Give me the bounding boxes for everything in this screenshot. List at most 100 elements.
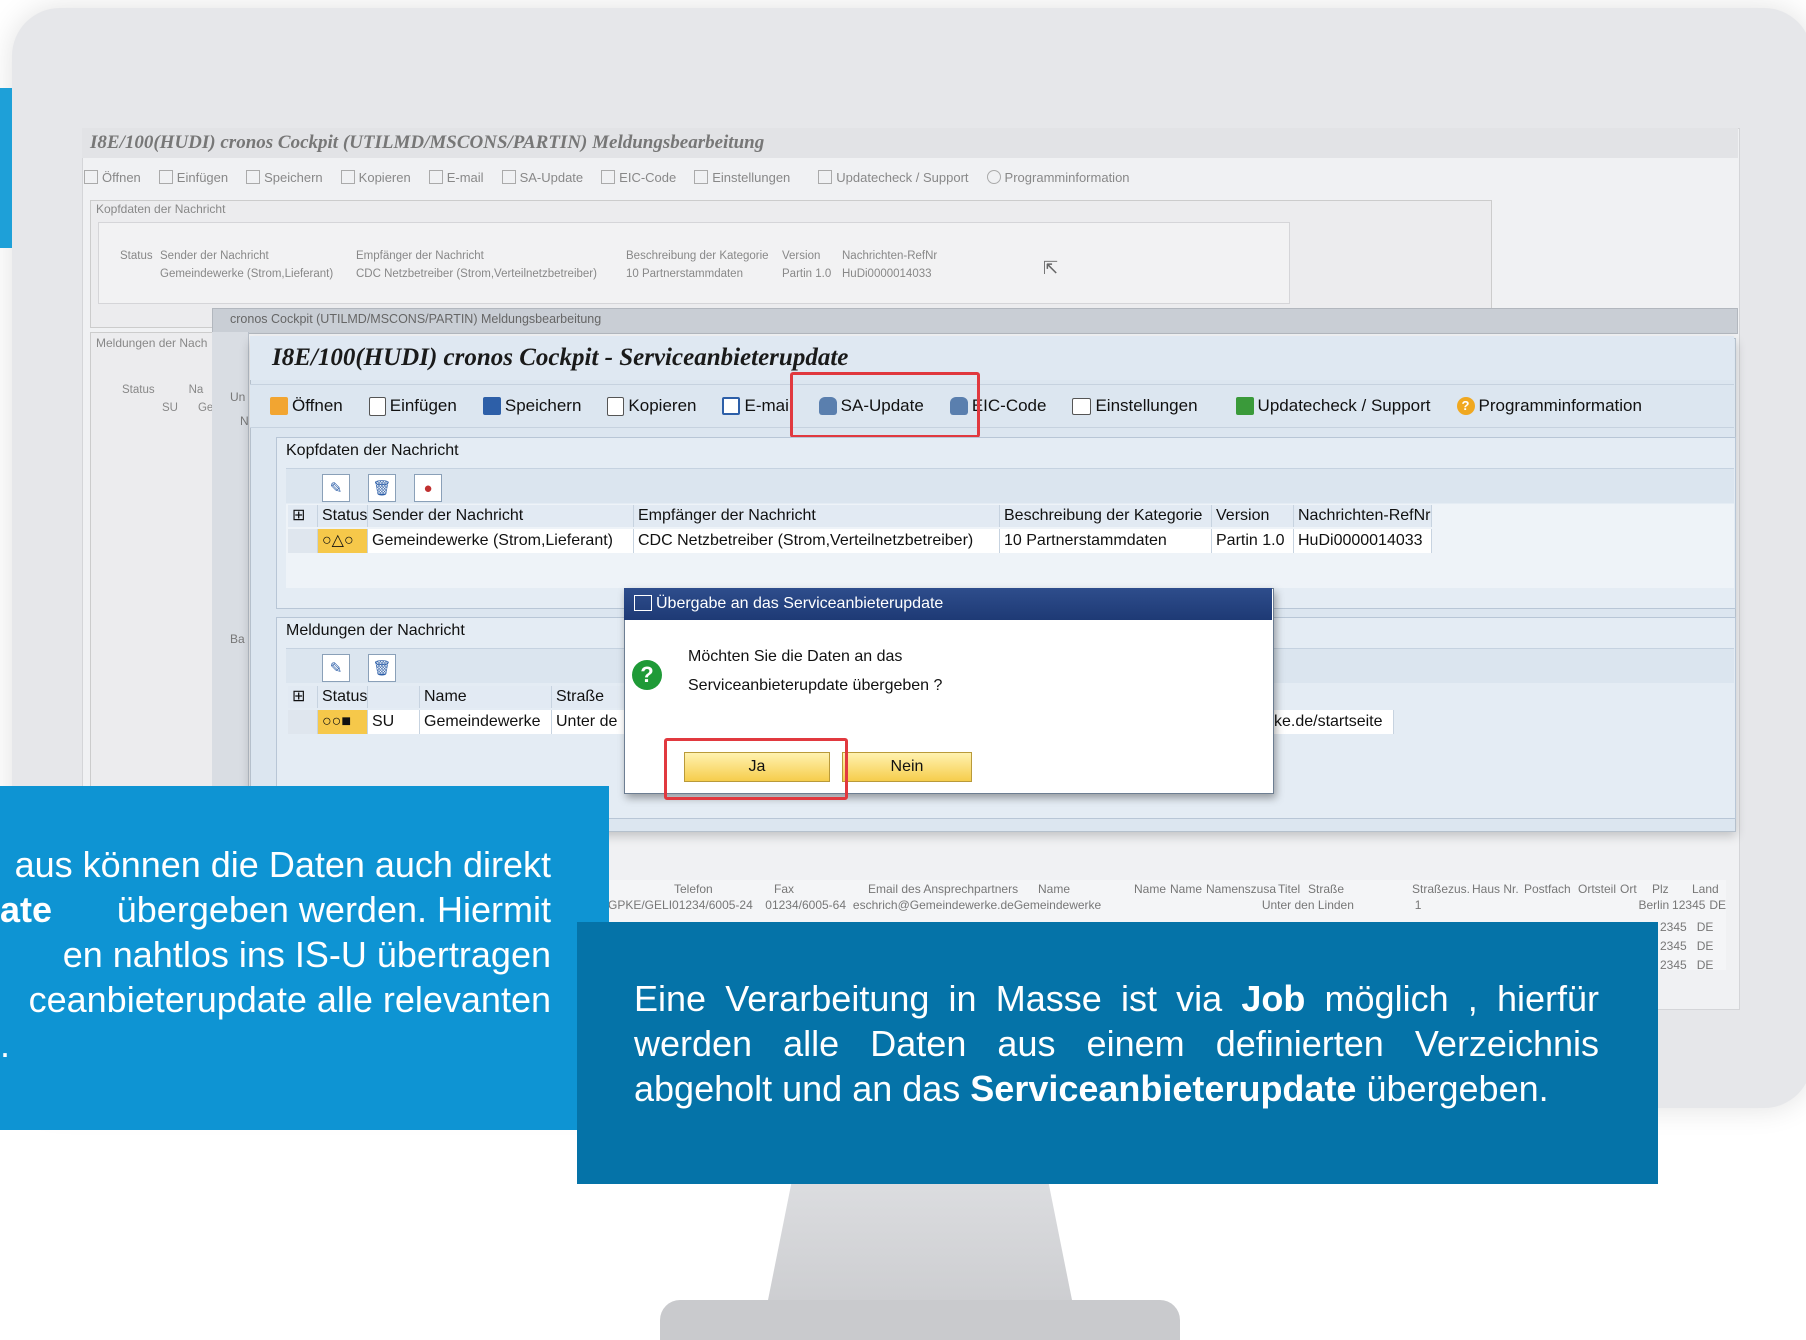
status-button[interactable]: ● xyxy=(414,474,442,502)
table-row[interactable]: ○○■ SU Gemeindewerke Unter de xyxy=(288,710,632,734)
background-meld-label: Meldungen der Nach xyxy=(96,336,208,350)
highlight-sa-update xyxy=(790,372,980,438)
column-header[interactable] xyxy=(368,686,420,708)
main-window-title: I8E/100(HUDI) cronos Cockpit - Servicean… xyxy=(272,344,849,371)
side-fragment: Ba xyxy=(230,632,245,646)
column-header[interactable]: Nachrichten-RefNr xyxy=(1294,505,1432,527)
bg-toolbar-item[interactable]: Einfügen xyxy=(158,166,228,188)
delete-button[interactable]: 🗑 xyxy=(368,654,396,682)
dialog-line-1: Möchten Sie die Daten an das xyxy=(688,648,903,665)
bg-toolbar-item[interactable]: Programminformation xyxy=(986,166,1130,188)
background-window-title: I8E/100(HUDI) cronos Cockpit (UTILMD/MSC… xyxy=(90,132,765,153)
toolbar-open[interactable]: Öffnen xyxy=(270,396,343,416)
bg-toolbar-item[interactable]: Öffnen xyxy=(84,166,141,188)
toolbar-copy[interactable]: Kopieren xyxy=(607,396,696,416)
bg-header: Version xyxy=(782,250,821,262)
bg-toolbar-item[interactable]: EIC-Code xyxy=(601,166,676,188)
copy-doc-icon xyxy=(607,396,625,416)
question-icon: ? xyxy=(632,660,662,690)
row-selector[interactable] xyxy=(288,529,318,553)
save-disk-icon xyxy=(482,397,501,415)
status-lights-icon: ○△○ xyxy=(318,529,368,553)
bg-toolbar-item[interactable]: Speichern xyxy=(246,166,323,188)
toolbar-save[interactable]: Speichern xyxy=(482,396,581,416)
delete-button[interactable]: 🗑 xyxy=(368,474,396,502)
save-icon xyxy=(246,170,261,184)
table-row[interactable]: ○△○ Gemeindewerke (Strom,Lieferant) CDC … xyxy=(288,529,1432,553)
trash-icon: 🗑 xyxy=(372,660,392,677)
right-text-part: übergeben. xyxy=(1356,1068,1549,1109)
bg-header: Name xyxy=(1038,882,1071,896)
bg-toolbar-item[interactable]: Updatecheck / Support xyxy=(818,166,969,188)
mouse-cursor-icon: ⇱ xyxy=(1043,258,1059,278)
pencil-icon: ✎ xyxy=(329,660,343,677)
side-fragment: N xyxy=(240,414,249,428)
meld-label: Meldungen der Nachricht xyxy=(286,622,465,639)
bg-cell: GPKE/GELI xyxy=(608,898,673,912)
bg-toolbar-item[interactable]: Einstellungen xyxy=(694,166,790,188)
settings-list-icon xyxy=(1072,397,1092,415)
email-icon xyxy=(722,397,741,415)
column-header[interactable]: Name xyxy=(420,686,552,708)
trash-icon: 🗑 xyxy=(372,480,392,497)
left-bold-word: ate xyxy=(0,889,53,930)
edit-button[interactable]: ✎ xyxy=(322,474,350,502)
table-settings-icon[interactable]: ⊞ xyxy=(288,686,318,708)
toolbar-programminfo[interactable]: ? Programminformation xyxy=(1456,396,1642,416)
cell-version: Partin 1.0 xyxy=(1212,529,1294,553)
bottom-table-extra: 2345 2345 2345 DE DE DE xyxy=(1660,918,1713,975)
column-header[interactable]: Version xyxy=(1212,505,1294,527)
column-header[interactable]: Straße xyxy=(552,686,632,708)
pencil-icon: ✎ xyxy=(329,480,343,497)
bg-header: Postfach xyxy=(1524,882,1571,896)
info-icon xyxy=(986,170,1001,184)
bottom-table-row: GPKE/GELI 01234/6005-24 01234/6005-64 es… xyxy=(608,896,1726,912)
cell-strasse: Unter de xyxy=(552,710,632,734)
kopf-toolbar xyxy=(286,468,1734,503)
toolbar-email[interactable]: E-mail xyxy=(722,396,793,416)
kopf-table-header: ⊞ Status Sender der Nachricht Empfänger … xyxy=(288,505,1432,527)
background-kopf-headers: Status Sender der Nachricht Empfänger de… xyxy=(120,250,937,262)
email-icon xyxy=(428,170,443,184)
info-icon: ? xyxy=(1456,397,1475,415)
column-header[interactable]: Status xyxy=(318,505,368,527)
column-header[interactable]: Status xyxy=(318,686,368,708)
no-button[interactable]: Nein xyxy=(842,752,972,782)
bg-toolbar-item[interactable]: SA-Update xyxy=(501,166,583,188)
bg-toolbar-item[interactable]: Kopieren xyxy=(340,166,411,188)
column-header[interactable]: Sender der Nachricht xyxy=(368,505,634,527)
bg-cell: 12345 xyxy=(1672,898,1706,912)
bg-cell: DE xyxy=(1696,920,1714,934)
toolbar-updatecheck[interactable]: Updatecheck / Support xyxy=(1235,396,1431,416)
bg-header: Empfänger der Nachricht xyxy=(356,250,484,262)
meld-table-header: ⊞ Status Name Straße xyxy=(288,686,632,708)
row-selector[interactable] xyxy=(288,710,318,734)
bg-header: Namenszusa xyxy=(1206,882,1277,896)
dialog-line-2: Serviceanbieterupdate übergeben ? xyxy=(688,677,943,694)
bg-header: Plz xyxy=(1652,882,1669,896)
table-settings-icon[interactable]: ⊞ xyxy=(288,505,318,527)
toolbar-settings[interactable]: Einstellungen xyxy=(1072,396,1198,416)
cell-status-code: SU xyxy=(368,710,420,734)
side-fragment: Un xyxy=(230,390,246,404)
background-toolbar: Öffnen Einfügen Speichern Kopieren E-mai… xyxy=(84,166,1130,188)
update-icon xyxy=(1235,397,1254,415)
column-header[interactable]: Empfänger der Nachricht xyxy=(634,505,1000,527)
background-meld-row: SU Ge xyxy=(162,402,213,414)
toolbar-insert[interactable]: Einfügen xyxy=(368,396,457,416)
cell-name: Gemeindewerke xyxy=(420,710,552,734)
insert-icon xyxy=(158,170,173,184)
status-lights-icon: ○○■ xyxy=(318,710,368,734)
left-line-4: ceanbieterupdate alle relevanten xyxy=(28,979,551,1020)
database-icon xyxy=(501,170,516,184)
toolbar-label: E-mail xyxy=(744,396,793,415)
bg-cell: Gemeindewerke (Strom,Lieferant) xyxy=(160,268,334,280)
bg-header: Straßezus. xyxy=(1412,882,1471,896)
bg-cell: CDC Netzbetreiber (Strom,Verteilnetzbetr… xyxy=(356,268,597,280)
bg-cell: 1 xyxy=(1414,898,1422,912)
edit-button[interactable]: ✎ xyxy=(322,654,350,682)
cell-refnr: HuDi0000014033 xyxy=(1294,529,1432,553)
bg-toolbar-item[interactable]: E-mail xyxy=(428,166,484,188)
column-header[interactable]: Beschreibung der Kategorie xyxy=(1000,505,1212,527)
bg-header: Land xyxy=(1692,882,1719,896)
